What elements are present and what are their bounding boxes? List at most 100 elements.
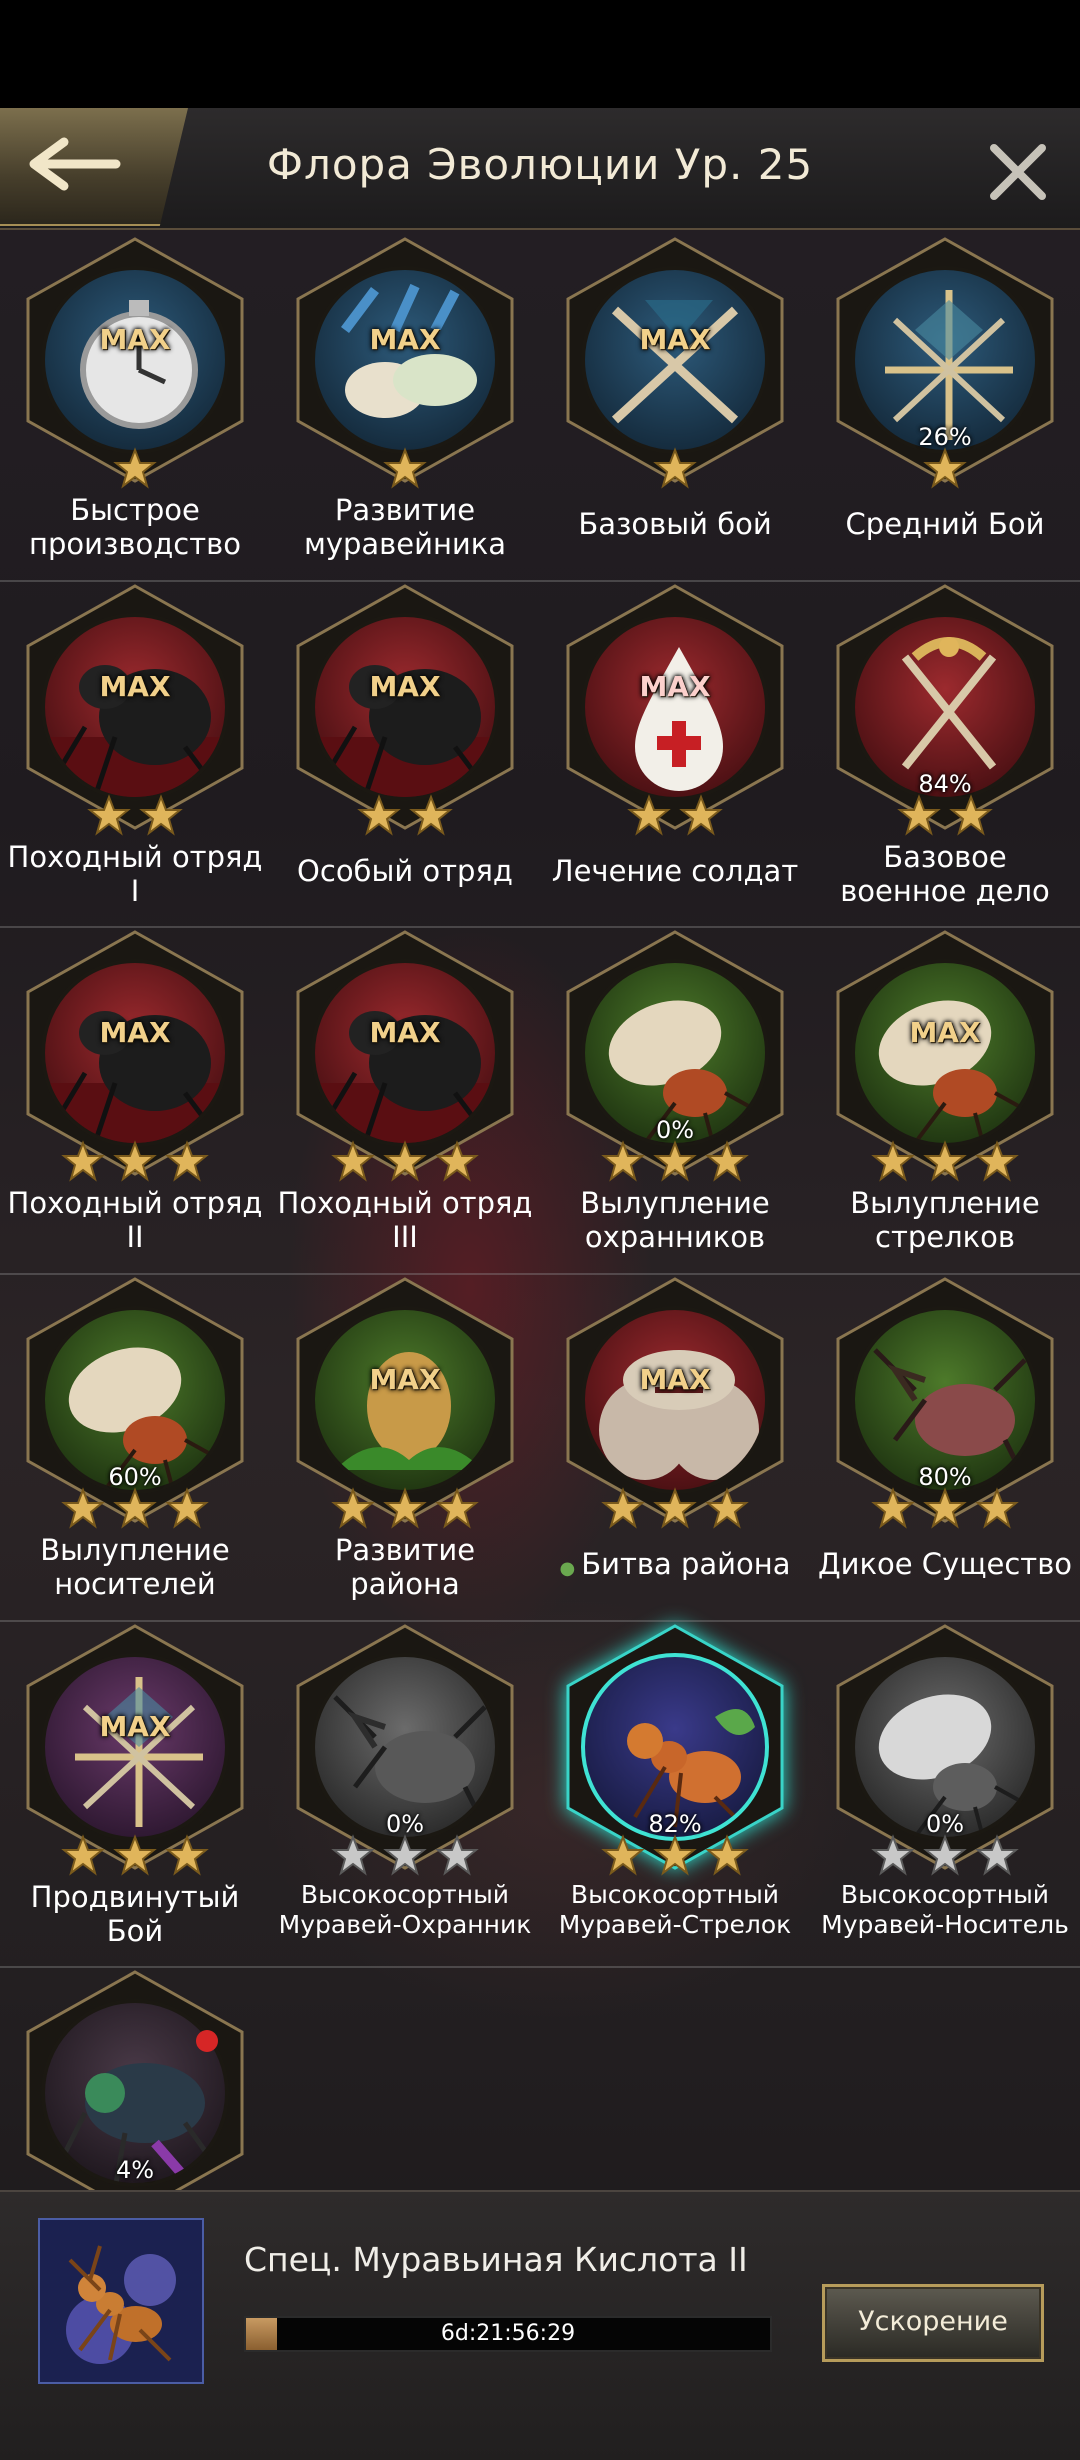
max-level-label: MAX bbox=[369, 1363, 441, 1396]
star-icon bbox=[113, 1487, 157, 1531]
research-label: Развитие района bbox=[334, 1533, 476, 1601]
star-icon bbox=[435, 1140, 479, 1184]
research-tile[interactable]: 60% Вылупление носителей bbox=[0, 1275, 270, 1621]
research-label: Средний Бой bbox=[845, 507, 1045, 541]
research-tile[interactable]: 0% Вылупление охранников bbox=[540, 928, 810, 1274]
research-tile[interactable]: MAX Особый отряд bbox=[270, 582, 540, 928]
max-level-label: MAX bbox=[639, 1363, 711, 1396]
star-rating bbox=[20, 447, 250, 493]
research-tile[interactable]: MAX Вылупление стрелков bbox=[810, 928, 1080, 1274]
fire-ant-icon bbox=[66, 2245, 176, 2364]
black-ant-icon bbox=[311, 613, 499, 801]
star-icon bbox=[87, 794, 131, 838]
speedup-button[interactable]: Ускорение bbox=[822, 2284, 1044, 2362]
star-icon bbox=[923, 1140, 967, 1184]
research-badge[interactable]: 4% bbox=[20, 1968, 250, 2218]
star-rating bbox=[20, 1834, 250, 1880]
star-icon bbox=[113, 1140, 157, 1184]
row-divider bbox=[0, 1273, 1080, 1275]
star-rating bbox=[20, 1140, 250, 1186]
research-label: Походный отряд II bbox=[7, 1186, 263, 1254]
star-rating bbox=[290, 1140, 520, 1186]
max-level-label: MAX bbox=[369, 323, 441, 356]
stopwatch-icon bbox=[41, 266, 229, 454]
star-rating bbox=[830, 1487, 1060, 1533]
leaf-icon: ● bbox=[559, 1558, 576, 1579]
current-research-icon[interactable] bbox=[38, 2218, 204, 2384]
star-rating bbox=[560, 1834, 790, 1880]
research-tile[interactable]: MAX Походный отряд III bbox=[270, 928, 540, 1274]
star-icon bbox=[435, 1487, 479, 1531]
star-rating bbox=[830, 1140, 1060, 1186]
research-tile[interactable]: MAX Быстрое производство bbox=[0, 235, 270, 581]
research-tile[interactable]: 26% Средний Бой bbox=[810, 235, 1080, 581]
star-rating bbox=[290, 447, 520, 493]
research-label: ● Битва района bbox=[559, 1547, 791, 1581]
research-label: Вылупление стрелков bbox=[850, 1186, 1040, 1254]
research-label: Высокосортный Муравей-Стрелок bbox=[558, 1880, 792, 1939]
star-icon bbox=[923, 447, 967, 491]
star-icon bbox=[923, 1834, 967, 1878]
research-label: Вылупление охранников bbox=[580, 1186, 770, 1254]
star-rating bbox=[560, 447, 790, 493]
research-tile[interactable]: MAX Базовый бой bbox=[540, 235, 810, 581]
star-rating bbox=[290, 1487, 520, 1533]
page-title: Флора Эволюции Ур. 25 bbox=[266, 140, 814, 189]
research-tile[interactable]: MAX Лечение солдат bbox=[540, 582, 810, 928]
star-icon bbox=[975, 1140, 1019, 1184]
star-icon bbox=[653, 1487, 697, 1531]
star-rating bbox=[20, 794, 250, 840]
star-icon bbox=[705, 1140, 749, 1184]
blood-drop-icon bbox=[581, 613, 769, 801]
star-icon bbox=[139, 794, 183, 838]
star-rating bbox=[290, 1834, 520, 1880]
star-icon bbox=[113, 1834, 157, 1878]
max-level-label: MAX bbox=[369, 670, 441, 703]
research-label: Походный отряд III bbox=[277, 1186, 533, 1254]
research-label: Высокосортный Муравей-Носитель bbox=[821, 1880, 1069, 1939]
research-tile[interactable]: MAX Развитие муравейника bbox=[270, 235, 540, 581]
research-tile[interactable]: 0% Высокосортный Муравей-Охранник bbox=[270, 1622, 540, 1968]
swords-emblem-icon bbox=[41, 1653, 229, 1841]
research-tile[interactable]: MAX ● Битва района bbox=[540, 1275, 810, 1621]
research-label: Развитие муравейника bbox=[303, 493, 507, 561]
star-icon bbox=[435, 1834, 479, 1878]
row-divider bbox=[0, 1620, 1080, 1622]
research-tile[interactable]: MAX Продвинутый Бой bbox=[0, 1622, 270, 1968]
max-level-label: MAX bbox=[639, 323, 711, 356]
research-label: Лечение солдат bbox=[551, 854, 799, 888]
research-label: Базовый бой bbox=[578, 507, 772, 541]
star-icon bbox=[165, 1487, 209, 1531]
star-rating bbox=[560, 794, 790, 840]
research-tile[interactable]: MAX Развитие района bbox=[270, 1275, 540, 1621]
research-label: Походный отряд I bbox=[7, 840, 263, 908]
star-icon bbox=[679, 794, 723, 838]
star-icon bbox=[653, 1140, 697, 1184]
max-level-label: MAX bbox=[99, 1710, 171, 1743]
black-ant-icon bbox=[311, 959, 499, 1147]
star-icon bbox=[165, 1834, 209, 1878]
research-label: Дикое Существо bbox=[817, 1547, 1073, 1581]
back-button[interactable] bbox=[0, 108, 188, 226]
crossed-swords-icon bbox=[581, 266, 769, 454]
star-icon bbox=[975, 1487, 1019, 1531]
star-icon bbox=[705, 1834, 749, 1878]
egg-ant-icon bbox=[851, 959, 1039, 1147]
star-rating bbox=[830, 794, 1060, 840]
plant-creature-icon bbox=[581, 1306, 769, 1494]
max-level-label: MAX bbox=[99, 1016, 171, 1049]
research-tile[interactable]: 82% Высокосортный Муравей-Стрелок bbox=[540, 1622, 810, 1968]
larvae-icon bbox=[311, 266, 499, 454]
star-icon bbox=[627, 794, 671, 838]
star-icon bbox=[653, 447, 697, 491]
research-tile[interactable]: 0% Высокосортный Муравей-Носитель bbox=[810, 1622, 1080, 1968]
star-rating bbox=[560, 1140, 790, 1186]
research-tile[interactable]: 84% Базовое военное дело bbox=[810, 582, 1080, 928]
research-tile[interactable]: MAX Походный отряд II bbox=[0, 928, 270, 1274]
research-tile[interactable]: MAX Походный отряд I bbox=[0, 582, 270, 928]
research-tile[interactable]: 80% Дикое Существо bbox=[810, 1275, 1080, 1621]
research-label: Продвинутый Бой bbox=[30, 1880, 240, 1948]
star-rating bbox=[830, 1834, 1060, 1880]
star-icon bbox=[383, 447, 427, 491]
close-button[interactable] bbox=[986, 140, 1050, 204]
